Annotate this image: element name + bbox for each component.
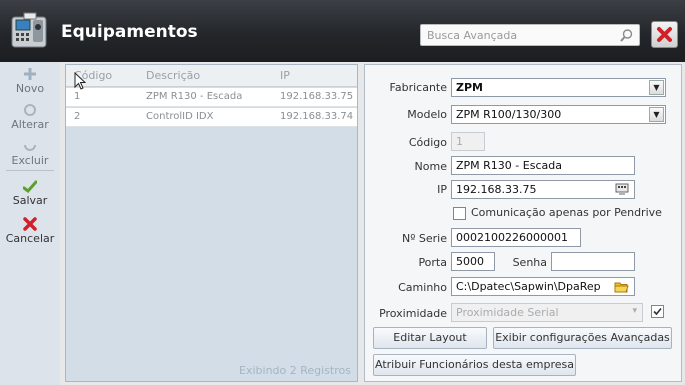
atribuir-funcionarios-button[interactable]: Atribuir Funcionários desta empresa: [373, 354, 576, 376]
senha-label: Senha: [512, 256, 547, 269]
ip-field[interactable]: 192.168.33.75: [451, 180, 635, 199]
cell-codigo: 1: [74, 91, 81, 102]
caminho-label: Caminho: [398, 281, 447, 294]
table-row[interactable]: 1 ZPM R130 - Escada 192.168.33.75: [66, 88, 357, 107]
checkmark-icon: [23, 180, 37, 193]
equipment-grid: Código Descrição IP 1 ZPM R130 - Escada …: [65, 64, 358, 382]
cell-codigo: 2: [74, 111, 81, 122]
editar-layout-button[interactable]: Editar Layout: [373, 327, 487, 349]
exibir-config-button[interactable]: Exibir configurações Avançadas: [493, 327, 672, 349]
proximidade-label: Proximidade: [379, 307, 447, 320]
cancelar-label: Cancelar: [5, 232, 55, 245]
action-toolbar: Novo Alterar Excluir Salvar Cancelar: [0, 62, 60, 385]
porta-label: Porta: [418, 256, 447, 269]
ip-label: IP: [437, 183, 447, 196]
serie-label: Nº Serie: [401, 232, 447, 245]
checkmark-icon: [653, 307, 662, 316]
salvar-label: Salvar: [12, 194, 48, 207]
advanced-search-field[interactable]: [420, 24, 640, 46]
novo-button[interactable]: Novo: [0, 64, 60, 102]
proximidade-select: Proximidade Serial ▾: [451, 303, 643, 322]
pendrive-label: Comunicação apenas por Pendrive: [471, 206, 662, 219]
fabricante-value: ZPM: [456, 81, 483, 94]
caminho-field[interactable]: C:\Dpatec\Sapwin\DpaRep: [451, 277, 635, 296]
chevron-down-icon[interactable]: ▼: [649, 107, 664, 122]
modelo-value: ZPM R100/130/300: [456, 108, 562, 121]
serie-field[interactable]: 0002100226000001: [451, 228, 581, 247]
plus-icon: [24, 68, 36, 80]
novo-label: Novo: [15, 82, 45, 95]
cell-descricao: ControlID IDX: [146, 111, 214, 122]
pendrive-checkbox[interactable]: [453, 207, 466, 220]
edit-icon: [24, 104, 36, 116]
excluir-button[interactable]: Excluir: [0, 136, 60, 174]
table-row[interactable]: 2 ControlID IDX 192.168.33.74: [66, 108, 357, 127]
nome-label: Nome: [414, 160, 447, 173]
cell-ip: 192.168.33.75: [280, 91, 354, 102]
nome-field[interactable]: ZPM R130 - Escada: [451, 156, 635, 175]
close-button[interactable]: [651, 21, 678, 48]
porta-field[interactable]: 5000: [451, 252, 495, 271]
salvar-button[interactable]: Salvar: [0, 176, 60, 214]
search-input[interactable]: [421, 25, 611, 45]
column-header-ip[interactable]: IP: [280, 69, 290, 82]
close-icon: [657, 27, 672, 42]
delete-icon: [24, 144, 36, 151]
time-clock-icon: [10, 11, 50, 51]
chevron-down-icon: ▾: [632, 306, 637, 316]
cell-ip: 192.168.33.74: [280, 111, 354, 122]
folder-icon[interactable]: [614, 281, 629, 293]
page-title: Equipamentos: [61, 22, 198, 42]
grid-header: Código Descrição IP: [66, 65, 357, 87]
alterar-button[interactable]: Alterar: [0, 100, 60, 138]
codigo-label: Código: [408, 136, 447, 149]
modelo-select[interactable]: ZPM R100/130/300 ▼: [451, 105, 666, 124]
title-bar: Equipamentos: [0, 0, 685, 62]
senha-field[interactable]: [551, 252, 635, 271]
cancelar-button[interactable]: Cancelar: [0, 214, 60, 252]
codigo-field: 1: [451, 132, 485, 151]
equipment-form: Fabricante ZPM ▼ Modelo ZPM R100/130/300…: [364, 64, 682, 382]
excluir-label: Excluir: [11, 154, 49, 167]
toolbar-divider: [6, 170, 54, 171]
proximidade-checkbox[interactable]: [651, 305, 664, 318]
column-header-descricao[interactable]: Descrição: [146, 69, 200, 82]
fabricante-select[interactable]: ZPM ▼: [451, 78, 666, 97]
proximidade-value: Proximidade Serial: [456, 306, 559, 319]
modelo-label: Modelo: [407, 108, 447, 121]
ip-value: 192.168.33.75: [456, 183, 537, 196]
search-icon[interactable]: [619, 28, 634, 43]
chevron-down-icon[interactable]: ▼: [649, 80, 664, 95]
alterar-label: Alterar: [11, 118, 49, 131]
fabricante-label: Fabricante: [389, 81, 447, 94]
network-config-icon[interactable]: [615, 183, 629, 195]
record-count: Exibindo 2 Registros: [239, 364, 351, 377]
cell-descricao: ZPM R130 - Escada: [146, 91, 243, 102]
caminho-value: C:\Dpatec\Sapwin\DpaRep: [456, 280, 601, 293]
cancel-icon: [23, 217, 37, 231]
mouse-cursor-icon: [74, 72, 86, 90]
